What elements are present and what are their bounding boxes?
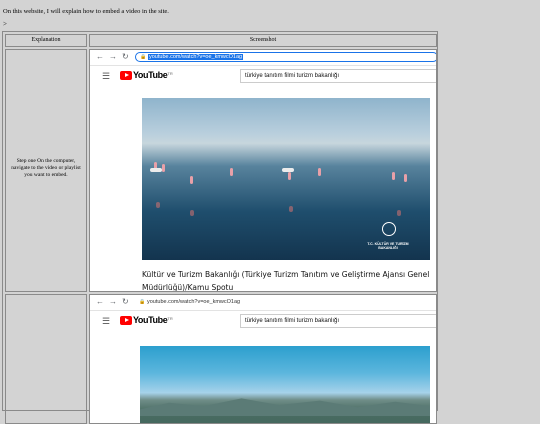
tutorial-table: Explanation Screenshot Step one On the c… [2, 31, 438, 424]
mountain-shape [140, 398, 430, 416]
youtube-logo-text: YouTube [133, 70, 168, 80]
browser-toolbar: ← → ↻ 🔒 youtube.com/watch?v=oe_kmwcO1ag [90, 295, 436, 311]
arrow-right-icon[interactable]: → [109, 297, 117, 307]
youtube-header: ☰ YouTubeTR türkiye tanıtım filmi turizm… [90, 66, 436, 86]
flamingo-wing-shape [282, 168, 294, 172]
flamingo-shape [392, 172, 395, 180]
reload-icon[interactable]: ↻ [122, 297, 129, 307]
flamingo-shape [162, 164, 165, 172]
address-bar[interactable]: 🔒 youtube.com/watch?v=oe_kmwcO1ag [135, 297, 436, 307]
explanation-cell-1: Step one On the computer, navigate to th… [5, 49, 87, 292]
arrow-left-icon[interactable]: ← [96, 52, 104, 62]
flamingo-wing-shape [150, 168, 162, 172]
screenshot-cell-1: ← → ↻ 🔒 youtube.com/watch?v=oe_kmwcO1ag … [89, 49, 437, 292]
arrow-right-icon[interactable]: → [109, 52, 117, 62]
explanation-text-1: Step one On the computer, navigate to th… [11, 158, 81, 178]
flamingo-shape [404, 174, 407, 182]
flamingo-shape [230, 168, 233, 176]
flamingo-reflection [156, 202, 160, 208]
marker-text: > [3, 20, 7, 28]
region-code: TR [167, 71, 173, 76]
youtube-logo-text: YouTube [133, 315, 168, 325]
flamingo-shape [288, 172, 291, 180]
address-bar[interactable]: 🔒 youtube.com/watch?v=oe_kmwcO1ag [135, 52, 436, 62]
youtube-logo-icon[interactable]: YouTubeTR [120, 316, 173, 326]
browser-screenshot-2: ← → ↻ 🔒 youtube.com/watch?v=oe_kmwcO1ag … [90, 295, 436, 423]
intro-text: On this website, I will explain how to e… [3, 8, 169, 15]
flamingo-reflection [289, 206, 293, 212]
flamingo-reflection [397, 210, 401, 216]
browser-toolbar: ← → ↻ 🔒 youtube.com/watch?v=oe_kmwcO1ag [90, 50, 436, 66]
flamingo-shape [190, 176, 193, 184]
youtube-search-input[interactable]: türkiye tanıtım filmi turizm bakanlığı [240, 69, 436, 83]
arrow-left-icon[interactable]: ← [96, 297, 104, 307]
address-url: youtube.com/watch?v=oe_kmwcO1ag [148, 54, 244, 60]
flamingo-shape [318, 168, 321, 176]
youtube-search-input[interactable]: türkiye tanıtım filmi turizm bakanlığı [240, 314, 436, 328]
flamingo-reflection [190, 210, 194, 216]
header-explanation: Explanation [5, 34, 87, 47]
hamburger-icon[interactable]: ☰ [102, 316, 110, 326]
hamburger-icon[interactable]: ☰ [102, 71, 110, 81]
video-title: Kültür ve Turizm Bakanlığı (Türkiye Turi… [142, 270, 430, 292]
browser-screenshot-1: ← → ↻ 🔒 youtube.com/watch?v=oe_kmwcO1ag … [90, 50, 436, 291]
video-watermark: T.C. KÜLTÜR VE TURİZM BAKANLIĞI [367, 242, 409, 250]
video-player[interactable]: T.C. KÜLTÜR VE TURİZM BAKANLIĞI [142, 98, 430, 260]
video-player[interactable] [140, 346, 430, 423]
youtube-logo-icon[interactable]: YouTubeTR [120, 71, 173, 81]
ministry-seal-icon [382, 222, 396, 236]
youtube-header: ☰ YouTubeTR türkiye tanıtım filmi turizm… [90, 311, 436, 331]
lock-icon: 🔒 [139, 299, 146, 305]
lock-icon: 🔒 [140, 54, 147, 60]
header-screenshot: Screenshot [89, 34, 437, 47]
reload-icon[interactable]: ↻ [122, 52, 129, 62]
address-url: youtube.com/watch?v=oe_kmwcO1ag [147, 299, 241, 305]
region-code: TR [167, 316, 173, 321]
